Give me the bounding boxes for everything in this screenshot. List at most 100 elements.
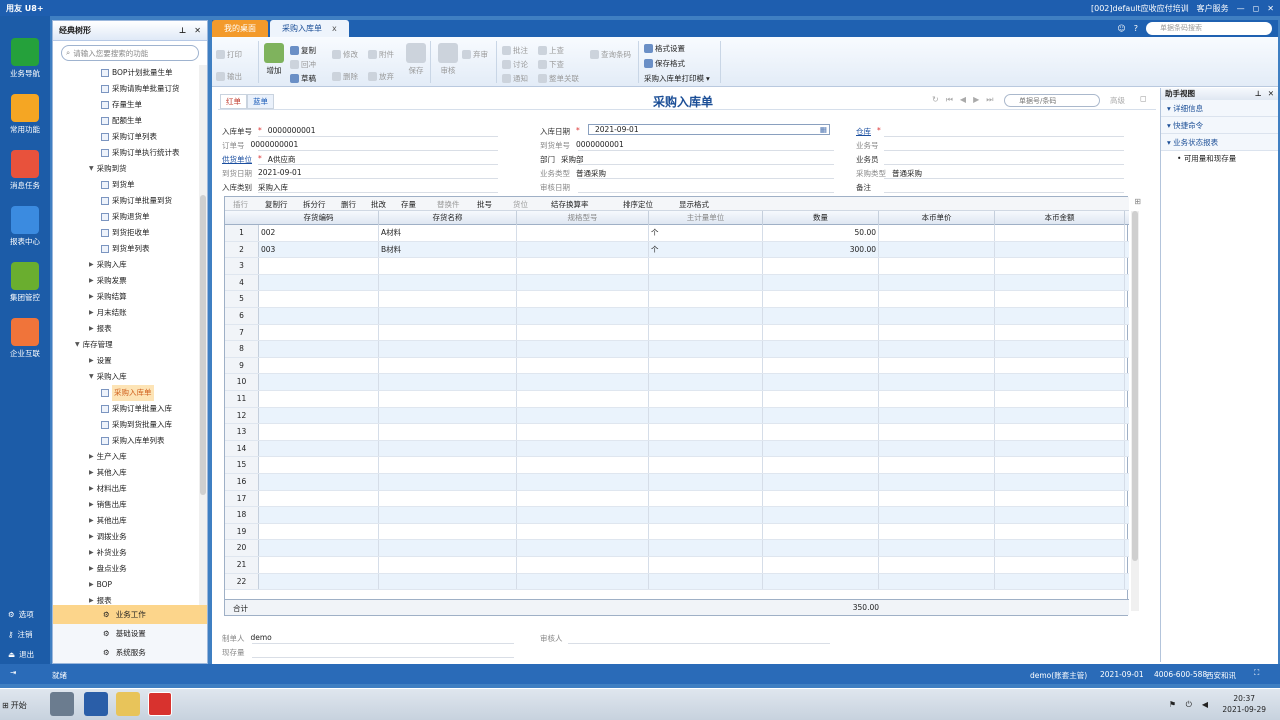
table-cell-spec[interactable]	[517, 474, 649, 490]
table-cell-spec[interactable]	[517, 557, 649, 573]
table-cell-code[interactable]	[259, 440, 379, 457]
table-cell-spec[interactable]	[517, 274, 649, 291]
taskbar-app-u8[interactable]	[148, 692, 172, 716]
tree-item[interactable]: ▶ 报表	[53, 321, 201, 337]
table-cell-amount[interactable]	[995, 424, 1125, 440]
table-cell-price[interactable]	[879, 490, 995, 507]
table-row[interactable]: 14	[225, 440, 1129, 458]
table-cell-amount[interactable]	[995, 308, 1125, 324]
tree-item[interactable]: ▶ 调拨业务	[53, 529, 201, 545]
table-cell-unit[interactable]	[649, 324, 763, 341]
table-cell-name[interactable]	[379, 324, 517, 341]
table-cell-qty[interactable]	[763, 540, 879, 556]
table-cell-name[interactable]	[379, 557, 517, 573]
table-row[interactable]: 4	[225, 274, 1129, 292]
helper-section[interactable]: ▾ 快捷命令	[1161, 117, 1278, 134]
grid-tool-1[interactable]: 复制行	[265, 199, 288, 210]
table-cell-price[interactable]	[879, 391, 995, 407]
table-cell-unit[interactable]	[649, 557, 763, 573]
tree-item[interactable]: ▶ 盘点业务	[53, 561, 201, 577]
blue-slip-toggle[interactable]: 蓝单	[247, 94, 274, 109]
table-cell-code[interactable]	[259, 341, 379, 357]
table-cell-qty[interactable]	[763, 274, 879, 291]
grid-tool-8[interactable]: 货位	[513, 199, 528, 210]
table-cell-qty[interactable]	[763, 490, 879, 507]
tree-item[interactable]: ▶ 生产入库	[53, 449, 201, 465]
table-cell-qty[interactable]	[763, 258, 879, 274]
grid-column-header[interactable]: 存货名称	[379, 211, 517, 225]
nav-bottom-2[interactable]: ⏏ 退出	[0, 646, 50, 662]
table-cell-spec[interactable]	[517, 341, 649, 357]
table-cell-code[interactable]	[259, 507, 379, 523]
tab-home[interactable]: 我的桌面	[212, 20, 268, 37]
table-cell-code[interactable]	[259, 523, 379, 540]
table-cell-amount[interactable]	[995, 341, 1125, 357]
table-cell-price[interactable]	[879, 341, 995, 357]
table-cell-price[interactable]	[879, 523, 995, 540]
helper-section[interactable]: ▾ 业务状态报表	[1161, 134, 1278, 151]
table-cell-spec[interactable]	[517, 407, 649, 424]
add-button[interactable]: 增加	[264, 43, 284, 76]
table-cell-unit[interactable]	[649, 274, 763, 291]
table-cell-name[interactable]	[379, 507, 517, 523]
table-cell-code[interactable]: 003	[259, 241, 379, 258]
table-cell-name[interactable]	[379, 291, 517, 307]
table-cell-name[interactable]	[379, 573, 517, 590]
table-cell-qty[interactable]	[763, 357, 879, 374]
notify-button[interactable]: 通知	[502, 73, 528, 84]
nav-btn-4[interactable]: 集团管控	[0, 250, 50, 302]
table-cell-price[interactable]	[879, 457, 995, 473]
table-row[interactable]: 12	[225, 407, 1129, 425]
close-icon[interactable]: ✕	[194, 26, 201, 35]
table-row[interactable]: 10	[225, 374, 1129, 391]
delete-button[interactable]: 删除	[332, 71, 358, 82]
tree-item[interactable]: 采购到货批量入库	[53, 417, 201, 433]
table-cell-amount[interactable]	[995, 391, 1125, 407]
table-cell-qty[interactable]	[763, 557, 879, 573]
table-cell-unit[interactable]	[649, 341, 763, 357]
helper-section[interactable]: ▾ 详细信息	[1161, 100, 1278, 117]
table-cell-price[interactable]	[879, 507, 995, 523]
table-cell-name[interactable]: B材料	[379, 241, 517, 258]
save-format-button[interactable]: 保存格式	[644, 58, 685, 69]
table-cell-amount[interactable]	[995, 507, 1125, 523]
table-cell-unit[interactable]: 个	[649, 241, 763, 258]
grid-tool-2[interactable]: 拆分行	[303, 199, 326, 210]
table-cell-spec[interactable]	[517, 225, 649, 241]
tree-item[interactable]: ▶ 其他入库	[53, 465, 201, 481]
table-cell-qty[interactable]	[763, 407, 879, 424]
tree-item[interactable]: 采购订单批量入库	[53, 401, 201, 417]
table-cell-qty[interactable]	[763, 308, 879, 324]
table-cell-code[interactable]: 002	[259, 225, 379, 241]
table-cell-amount[interactable]	[995, 324, 1125, 341]
table-cell-name[interactable]	[379, 407, 517, 424]
tree-item[interactable]: ▼ 采购入库	[53, 369, 201, 385]
last-record-icon[interactable]: ⏭	[986, 95, 993, 105]
tree-item[interactable]: 到货单	[53, 177, 201, 193]
modify-button[interactable]: 修改	[332, 49, 358, 60]
attach-button[interactable]: 附件	[368, 49, 394, 60]
network-icon[interactable]: ⏻	[1186, 700, 1192, 710]
global-search-input[interactable]: 单据条码搜索	[1146, 22, 1272, 35]
table-cell-unit[interactable]	[649, 523, 763, 540]
output-button[interactable]: 输出	[216, 71, 242, 82]
table-cell-price[interactable]	[879, 357, 995, 374]
taskbar-app-desktop[interactable]	[50, 692, 74, 716]
table-cell-unit[interactable]	[649, 357, 763, 374]
table-cell-spec[interactable]	[517, 457, 649, 473]
tree-bottom-tab[interactable]: ⚙ 系统服务	[53, 643, 207, 662]
tree-item[interactable]: 采购订单批量到货	[53, 193, 201, 209]
table-cell-price[interactable]	[879, 540, 995, 556]
tree-item[interactable]: ▼ 库存管理	[53, 337, 201, 353]
helper-pin-icon[interactable]: ⊥	[1255, 88, 1262, 100]
tree-bottom-tab[interactable]: ⚙ 基础设置	[53, 624, 207, 643]
nav-btn-1[interactable]: 常用功能	[0, 82, 50, 134]
table-row[interactable]: 1 002 A材料 个 50.00	[225, 225, 1129, 242]
table-cell-spec[interactable]	[517, 523, 649, 540]
table-cell-name[interactable]	[379, 457, 517, 473]
prev-query-button[interactable]: 上查	[538, 45, 564, 56]
table-cell-spec[interactable]	[517, 357, 649, 374]
table-cell-name[interactable]	[379, 308, 517, 324]
table-cell-name[interactable]	[379, 540, 517, 556]
table-cell-name[interactable]	[379, 523, 517, 540]
